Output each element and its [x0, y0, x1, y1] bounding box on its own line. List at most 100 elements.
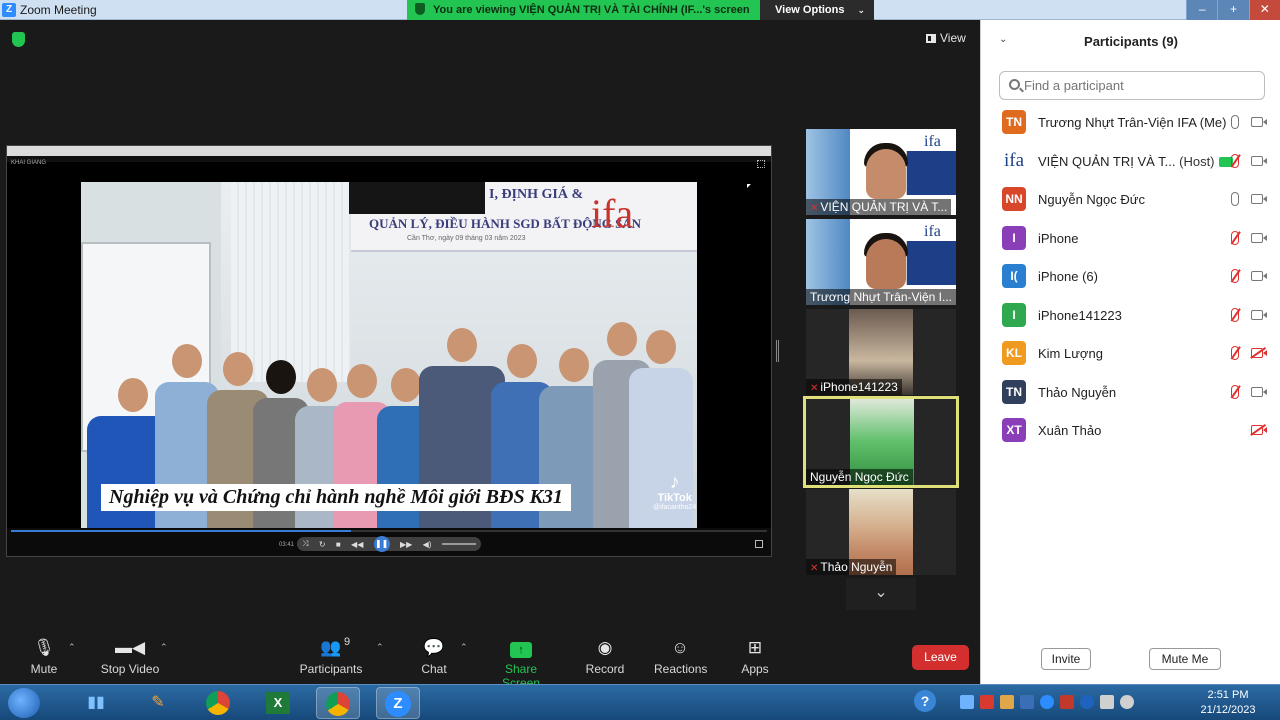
monitor-icon[interactable]	[1020, 695, 1034, 709]
cloud-icon[interactable]	[1000, 695, 1014, 709]
chrome-profile-icon[interactable]	[316, 687, 360, 719]
stop-video-button[interactable]: ▬◀ Stop Video ⌃	[98, 638, 168, 676]
microphone-icon[interactable]	[1231, 115, 1239, 129]
chevron-up-icon[interactable]: ⌃	[376, 642, 384, 653]
chrome-icon[interactable]	[196, 687, 240, 719]
participants-count: 9	[344, 636, 351, 648]
video-camera-icon[interactable]	[1251, 309, 1267, 320]
leave-button[interactable]: Leave	[912, 645, 969, 670]
video-camera-off-icon[interactable]	[1251, 348, 1267, 358]
view-options-button[interactable]: View Options ⌄	[760, 0, 874, 20]
microphone-muted-icon[interactable]	[1231, 230, 1239, 245]
participant-row[interactable]: I iPhone141223	[981, 296, 1280, 335]
video-progress-track[interactable]	[11, 530, 767, 532]
vietkey-icon[interactable]	[980, 695, 994, 709]
reactions-button[interactable]: ☺ Reactions	[654, 638, 707, 676]
window-controls: – + ✕	[1186, 0, 1280, 20]
chevron-up-icon[interactable]: ⌃	[160, 642, 168, 653]
video-camera-off-icon[interactable]	[1251, 425, 1267, 435]
zoom-tray-icon[interactable]	[1040, 695, 1054, 709]
repeat-icon[interactable]: ↻	[319, 540, 326, 549]
viewing-banner-text: You are viewing VIỆN QUẢN TRỊ VÀ TÀI CHÍ…	[433, 4, 750, 16]
maximize-button[interactable]: +	[1217, 0, 1249, 20]
participant-row[interactable]: KL Kim Lượng	[981, 334, 1280, 373]
chat-button[interactable]: 💬 Chat ⌃	[418, 638, 467, 676]
video-camera-icon[interactable]	[1251, 232, 1267, 243]
thumbnail-scroll-down-button[interactable]: ⌄	[846, 578, 916, 610]
participant-row[interactable]: I( iPhone (6)	[981, 257, 1280, 296]
bluetooth-icon[interactable]	[1080, 695, 1094, 709]
pause-icon[interactable]: ❚❚	[373, 536, 390, 552]
video-thumbnail[interactable]: ifa Trương Nhựt Trân-Viện I...	[806, 219, 956, 305]
signal-icon[interactable]	[1100, 695, 1114, 709]
microphone-muted-icon[interactable]	[1231, 269, 1239, 283]
share-screen-icon: ↑	[486, 638, 556, 658]
chevron-up-icon[interactable]: ⌃	[68, 642, 76, 653]
microphone-muted-icon[interactable]	[1231, 346, 1239, 360]
microphone-muted-icon[interactable]	[1231, 307, 1239, 322]
expand-icon[interactable]	[755, 540, 763, 548]
invite-button[interactable]: Invite	[1041, 648, 1091, 670]
volume-icon[interactable]	[1120, 695, 1134, 709]
view-button[interactable]: View	[926, 31, 966, 45]
chevron-up-icon[interactable]: ⌃	[460, 642, 468, 653]
chevron-down-icon[interactable]: ⌄	[999, 34, 1007, 45]
participant-name: Thảo Nguyễn	[1038, 384, 1117, 400]
shared-screen[interactable]: KHAI GIANG I, ĐỊNH GIÁ & QUẢN LÝ, ĐIỀU H…	[6, 145, 772, 557]
stop-icon[interactable]: ■	[336, 540, 341, 549]
video-camera-icon[interactable]	[1251, 386, 1267, 397]
avatar: I	[1002, 225, 1026, 250]
participant-row[interactable]: ifa VIỆN QUẢN TRỊ VÀ T... (Host)	[981, 142, 1280, 181]
participant-name: iPhone141223	[1038, 307, 1122, 323]
microphone-icon[interactable]	[1231, 192, 1239, 206]
rewind-icon[interactable]: ◀◀	[351, 540, 363, 549]
excel-icon[interactable]: X	[256, 687, 300, 719]
participant-search-input[interactable]	[999, 71, 1265, 100]
mute-me-button[interactable]: Mute Me	[1149, 648, 1221, 670]
video-camera-icon[interactable]	[1251, 117, 1267, 127]
resize-handle[interactable]	[776, 340, 779, 362]
thumbnail-name: Nguyễn Ngọc Đức	[810, 470, 909, 484]
windows-start-button[interactable]	[8, 688, 40, 718]
paint-app-icon[interactable]: ✎	[136, 687, 180, 719]
volume-slider[interactable]	[441, 543, 476, 545]
active-speaker-thumbnail[interactable]: Nguyễn Ngọc Đức	[803, 396, 959, 488]
fast-forward-icon[interactable]: ▶▶	[400, 540, 412, 549]
microphone-muted-icon[interactable]	[1231, 384, 1239, 399]
file-explorer-icon[interactable]: ▮▮	[74, 687, 118, 719]
tiktok-brand: TikTok	[657, 492, 692, 504]
shuffle-icon[interactable]: ⤨	[302, 539, 308, 549]
participant-row[interactable]: TN Thảo Nguyễn	[981, 373, 1280, 412]
participants-button[interactable]: 👥 9 Participants ⌃	[298, 636, 384, 676]
video-thumbnail[interactable]: ifa ✕ VIỆN QUẢN TRỊ VÀ T...	[806, 129, 956, 215]
playback-controls: ⤨ ↻ ■ ◀◀ ❚❚ ▶▶ ◀)	[297, 536, 481, 552]
taskbar-clock[interactable]: 2:51 PM 21/12/2023	[1198, 688, 1258, 718]
participant-row[interactable]: NN Nguyễn Ngọc Đức	[981, 180, 1280, 219]
network-app-icon[interactable]	[960, 695, 974, 709]
video-camera-icon[interactable]	[1251, 271, 1267, 281]
participant-row[interactable]: TN Trương Nhựt Trân-Viện IFA (Me)	[981, 103, 1280, 142]
video-camera-icon[interactable]	[1251, 155, 1267, 166]
share-screen-button[interactable]: ↑ Share Screen	[486, 638, 556, 690]
participants-label: Participants	[299, 662, 363, 676]
help-icon[interactable]: ?	[914, 690, 936, 712]
participant-row[interactable]: XT Xuân Thảo	[981, 411, 1280, 450]
close-button[interactable]: ✕	[1248, 0, 1280, 20]
mute-button[interactable]: 🎙 Mute ⌃	[24, 638, 76, 676]
volume-icon[interactable]: ◀)	[423, 540, 432, 549]
apps-button[interactable]: ⊞ Apps	[738, 638, 772, 676]
minimize-button[interactable]: –	[1186, 0, 1218, 20]
video-thumbnail[interactable]: ✕ iPhone141223	[806, 309, 956, 395]
thumbnail-label: Trương Nhựt Trân-Viện I...	[806, 289, 956, 305]
video-thumbnail[interactable]: ✕ Thảo Nguyễn	[806, 489, 956, 575]
participant-name: iPhone (6)	[1038, 269, 1098, 284]
flag-icon[interactable]	[1060, 695, 1074, 709]
zoom-taskbar-icon[interactable]: Z	[376, 687, 420, 719]
participant-name: Nguyễn Ngọc Đức	[1038, 192, 1145, 207]
encryption-shield-icon[interactable]	[12, 32, 25, 47]
participant-row[interactable]: I iPhone	[981, 219, 1280, 258]
record-button[interactable]: ◉ Record	[584, 638, 626, 676]
avatar: I	[1002, 302, 1026, 327]
video-camera-icon[interactable]	[1251, 194, 1267, 204]
microphone-muted-icon[interactable]	[1231, 153, 1239, 168]
